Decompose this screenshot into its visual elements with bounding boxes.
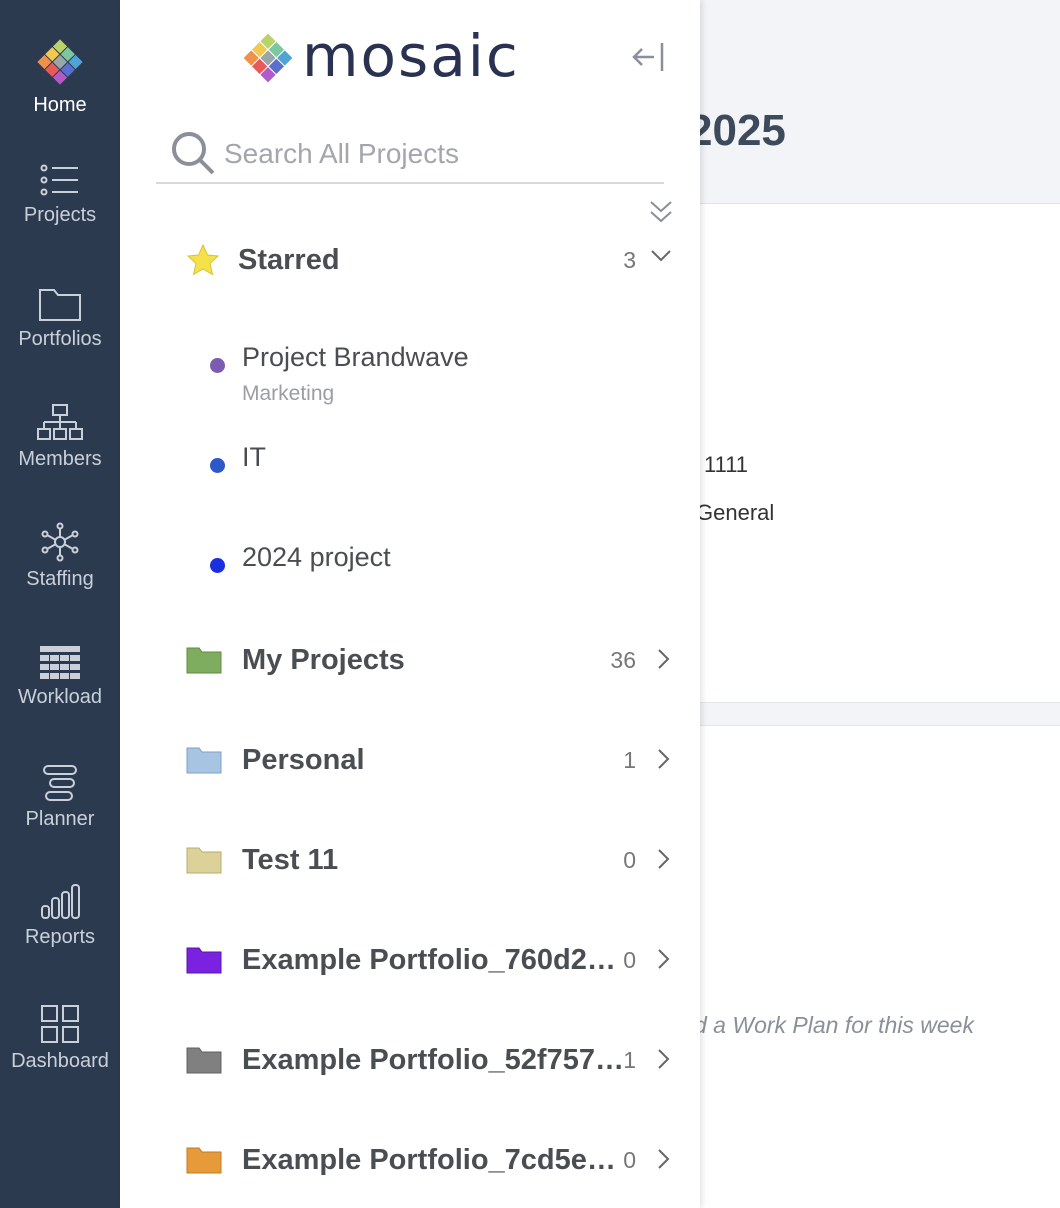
project-search: [156, 126, 664, 184]
nav-reports-label: Reports: [24, 926, 96, 948]
nav-home-label: Home: [33, 94, 87, 116]
project-name: 2024 project: [242, 542, 391, 572]
group-example-portfolio-7cd5e49[interactable]: Example Portfolio_7cd5e49... 0: [186, 1138, 676, 1182]
project-name: Project Brandwave: [242, 342, 469, 372]
group-label: Example Portfolio_7cd5e49...: [242, 1144, 628, 1176]
nav-home[interactable]: Home: [0, 36, 120, 117]
nav-portfolios[interactable]: Portfolios: [0, 284, 120, 351]
nav-planner[interactable]: Planner: [0, 764, 120, 831]
nav-members[interactable]: Members: [0, 404, 120, 471]
project-color-dot: [210, 358, 225, 373]
group-starred[interactable]: Starred 3: [186, 238, 676, 282]
bar-chart-icon: [41, 884, 80, 919]
chevron-right-icon: [658, 849, 670, 869]
group-my-projects[interactable]: My Projects 36: [186, 638, 676, 682]
folder-icon: [186, 947, 222, 974]
left-nav-rail: Home Projects Portfolios Members Staffin…: [0, 0, 120, 1208]
nav-members-label: Members: [18, 448, 102, 470]
starred-project-brandwave[interactable]: Project Brandwave Marketing: [210, 342, 650, 412]
chevron-right-icon: [658, 649, 670, 669]
nav-portfolios-label: Portfolios: [18, 328, 102, 350]
collapse-left-icon: [632, 43, 664, 71]
main-content: 2025 1111 General d a Work Plan for this…: [688, 0, 1060, 1208]
nav-reports[interactable]: Reports: [0, 884, 120, 949]
dashboard-icon: [41, 1005, 79, 1043]
group-test-11[interactable]: Test 11 0: [186, 838, 676, 882]
planner-icon: [43, 765, 77, 801]
folder-icon: [186, 747, 222, 774]
nav-dashboard[interactable]: Dashboard: [0, 1004, 120, 1073]
group-label: Example Portfolio_760d2b...: [242, 944, 628, 976]
starred-project-it[interactable]: IT: [210, 442, 650, 482]
group-starred-count: 3: [623, 247, 636, 273]
mosaic-logo-icon: [243, 33, 293, 83]
page-title: 2025: [688, 106, 786, 155]
project-color-dot: [210, 558, 225, 573]
group-example-portfolio-760d2b[interactable]: Example Portfolio_760d2b... 0: [186, 938, 676, 982]
empty-workplan-note: d a Work Plan for this week: [694, 1012, 974, 1038]
chevron-right-icon: [658, 1149, 670, 1169]
group-label: Example Portfolio_52f7570...: [242, 1044, 628, 1076]
project-color-dot: [210, 458, 225, 473]
group-count: 36: [610, 647, 636, 673]
nav-projects[interactable]: Projects: [0, 162, 120, 227]
project-portfolio: Marketing: [242, 382, 335, 405]
group-count: 0: [623, 847, 636, 873]
main-detail-id: 1111: [704, 452, 749, 477]
chevron-right-icon: [658, 749, 670, 769]
double-chevron-down-icon: [650, 201, 672, 223]
org-chart-icon: [37, 404, 83, 440]
collapse-sidebar-button[interactable]: [630, 40, 670, 76]
chevron-right-icon: [658, 1049, 670, 1069]
group-example-portfolio-52f7570[interactable]: Example Portfolio_52f7570... 1: [186, 1038, 676, 1082]
group-count: 0: [623, 947, 636, 973]
search-icon: [172, 132, 215, 175]
group-count: 0: [623, 1147, 636, 1173]
list-icon: [40, 164, 78, 196]
folder-icon: [186, 847, 222, 874]
folder-icon: [186, 1147, 222, 1174]
folder-icon: [186, 647, 222, 674]
group-count: 1: [623, 747, 636, 773]
mosaic-logo-icon: [37, 39, 83, 85]
chevron-right-icon: [658, 949, 670, 969]
nav-workload[interactable]: Workload: [0, 646, 120, 709]
folder-icon: [186, 1047, 222, 1074]
nav-workload-label: Workload: [17, 686, 103, 708]
group-personal[interactable]: Personal 1: [186, 738, 676, 782]
group-starred-label: Starred: [238, 244, 340, 276]
section-divider: [700, 702, 1060, 726]
expand-all-button[interactable]: [648, 198, 674, 226]
nav-staffing-label: Staffing: [26, 568, 94, 590]
group-label: My Projects: [242, 644, 405, 676]
group-label: Test 11: [242, 844, 339, 876]
folder-icon: [39, 289, 81, 321]
starred-project-2024[interactable]: 2024 project: [210, 542, 650, 582]
nav-dashboard-label: Dashboard: [11, 1050, 109, 1072]
main-detail-category: General: [696, 500, 775, 525]
projects-sidebar: mosaic Starred 3 Project Br: [120, 0, 700, 1208]
star-icon: [186, 244, 220, 276]
logo-wordmark: mosaic: [302, 22, 520, 90]
group-label: Personal: [242, 744, 365, 776]
nav-planner-label: Planner: [25, 808, 95, 830]
network-icon: [41, 522, 79, 562]
nav-projects-label: Projects: [23, 204, 97, 226]
nav-staffing[interactable]: Staffing: [0, 522, 120, 591]
main-header: 2025: [688, 0, 1060, 204]
chevron-down-icon: [651, 250, 671, 262]
search-input[interactable]: [224, 132, 644, 176]
mosaic-logo[interactable]: mosaic: [240, 22, 550, 90]
group-count: 1: [623, 1047, 636, 1073]
project-name: IT: [242, 442, 266, 472]
grid-icon: [40, 646, 80, 679]
